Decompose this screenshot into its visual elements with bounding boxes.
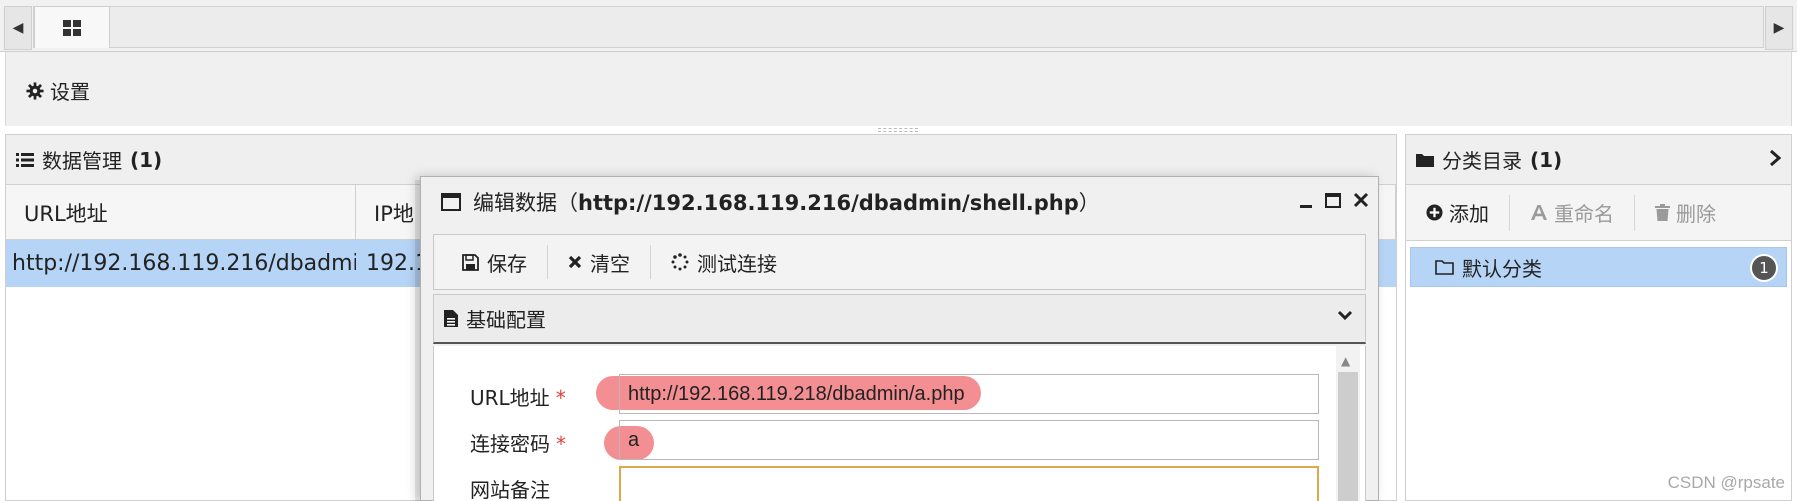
trash-icon (1655, 204, 1670, 221)
basic-config-form: URL地址 * http://192.168.119.218/dbadmin/a.… (433, 346, 1366, 501)
tab-scroll-left-icon[interactable]: ◀ (4, 6, 32, 50)
edit-data-dialog: 编辑数据（http://192.168.119.216/dbadmin/shel… (420, 176, 1379, 501)
tab-strip: ◀ ▶ (0, 0, 1797, 52)
dialog-window-controls (1298, 189, 1370, 213)
basic-config-section-header[interactable]: 基础配置 (433, 294, 1366, 344)
url-input[interactable]: http://192.168.119.218/dbadmin/a.php (619, 374, 1319, 414)
note-field-label: 网站备注 (470, 478, 550, 501)
category-toolbar: 添加 重命名 删除 (1406, 185, 1791, 241)
add-category-label: 添加 (1449, 202, 1489, 226)
gear-icon (26, 81, 44, 100)
times-icon (568, 255, 582, 269)
spinner-icon (671, 253, 689, 271)
delete-category-label: 删除 (1676, 202, 1716, 226)
list-icon (16, 152, 34, 167)
clear-label: 清空 (590, 251, 630, 276)
data-panel-title: 数据管理 (42, 149, 122, 173)
window-icon (441, 193, 461, 211)
data-panel-count: (1) (130, 147, 163, 172)
settings-label: 设置 (50, 80, 90, 104)
document-icon (444, 310, 458, 327)
settings-button[interactable]: 设置 (26, 76, 90, 105)
save-button[interactable]: 保存 (442, 245, 548, 279)
save-icon (462, 253, 479, 271)
category-panel: 分类目录 (1) 添加 重命名 删除 默认分类 1 (1405, 134, 1792, 501)
category-panel-header: 分类目录 (1) (1406, 135, 1791, 185)
password-field-label: 连接密码 * (470, 432, 566, 456)
chevron-down-icon[interactable] (1337, 309, 1353, 321)
scroll-up-icon[interactable]: ▲ (1341, 354, 1350, 368)
password-input[interactable]: a (619, 420, 1319, 460)
rename-category-button[interactable]: 重命名 (1510, 194, 1635, 231)
dialog-title-bar[interactable]: 编辑数据（http://192.168.119.216/dbadmin/shel… (421, 177, 1378, 227)
column-header-url[interactable]: URL地址 (6, 185, 356, 240)
grid-icon (63, 19, 81, 36)
plus-circle-icon (1426, 204, 1443, 221)
minimize-icon[interactable] (1298, 189, 1314, 213)
folder-outline-icon (1435, 260, 1454, 275)
tab-home[interactable] (34, 6, 110, 48)
maximize-icon[interactable] (1324, 189, 1342, 213)
close-icon[interactable] (1352, 189, 1370, 213)
cell-url: http://192.168.119.216/dbadmin/shell.php (12, 251, 356, 276)
folder-icon (1416, 153, 1434, 167)
section-title: 基础配置 (466, 308, 546, 332)
collapse-chevron-icon[interactable] (1769, 149, 1781, 167)
tabs-area (33, 6, 1764, 48)
settings-bar: 设置 (5, 52, 1792, 126)
test-connection-label: 测试连接 (697, 251, 777, 276)
panel-splitter[interactable] (878, 128, 918, 132)
form-scrollbar[interactable]: ▲ (1336, 346, 1360, 501)
watermark: CSDN @rpsate (1667, 473, 1785, 492)
url-field-label: URL地址 * (470, 386, 566, 410)
delete-category-button[interactable]: 删除 (1635, 195, 1736, 231)
scrollbar-thumb[interactable] (1338, 372, 1358, 501)
add-category-button[interactable]: 添加 (1406, 194, 1510, 231)
tab-scroll-right-icon[interactable]: ▶ (1765, 6, 1793, 50)
category-item-label: 默认分类 (1462, 256, 1542, 281)
dialog-title: 编辑数据（http://192.168.119.216/dbadmin/shel… (473, 191, 1100, 215)
category-item-default[interactable]: 默认分类 1 (1410, 247, 1787, 287)
category-panel-title: 分类目录 (1442, 149, 1522, 173)
rename-category-label: 重命名 (1554, 202, 1614, 226)
note-input[interactable] (619, 466, 1319, 501)
test-connection-button[interactable]: 测试连接 (651, 245, 797, 279)
dialog-toolbar: 保存 清空 测试连接 (433, 234, 1366, 290)
font-icon (1531, 205, 1547, 220)
category-count-badge: 1 (1750, 254, 1778, 282)
save-label: 保存 (487, 251, 527, 276)
category-panel-count: (1) (1530, 147, 1563, 172)
clear-button[interactable]: 清空 (548, 245, 651, 279)
